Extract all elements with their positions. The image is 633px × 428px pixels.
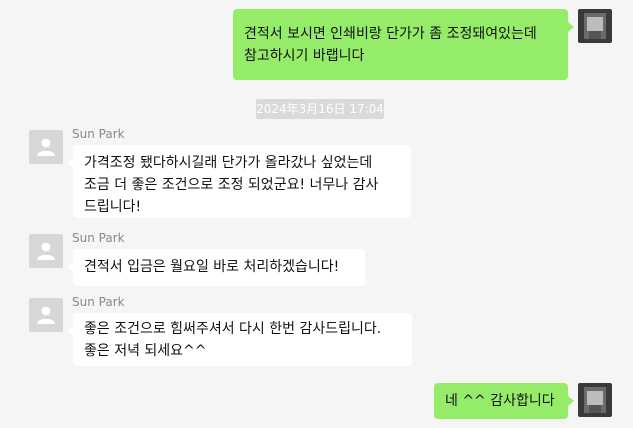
contact-avatar[interactable] <box>29 130 63 164</box>
incoming-message[interactable]: 좋은 조건으로 힘써주셔서 다시 한번 감사드립니다. 좋은 저녁 되세요^^ <box>67 313 412 366</box>
sender-name: Sun Park <box>72 231 125 245</box>
timestamp: 2024年3月16日 17:04 <box>256 99 384 119</box>
my-avatar[interactable] <box>578 383 612 417</box>
contact-avatar[interactable] <box>29 234 63 268</box>
contact-avatar[interactable] <box>29 298 63 332</box>
default-avatar-icon <box>37 306 55 324</box>
message-text: 네 ^^ 감사합니다 <box>445 393 555 409</box>
message-text: 좋은 조건으로 힘써주셔서 다시 한번 감사드립니다. <box>84 321 382 337</box>
message-text: 조금 더 좋은 조건으로 조정 되었군요! 너무나 감사 <box>84 177 379 193</box>
message-text: 가격조정 됐다하시길래 단가가 올라갔나 싶었는데 <box>84 155 373 171</box>
message-text: 좋은 저녁 되세요^^ <box>84 343 207 359</box>
incoming-message[interactable]: 가격조정 됐다하시길래 단가가 올라갔나 싶었는데 조금 더 좋은 조건으로 조… <box>67 145 411 218</box>
sender-name: Sun Park <box>72 295 125 309</box>
message-text: 견적서 보시면 인쇄비랑 단가가 좀 조정돼여있는데 <box>244 26 537 42</box>
message-text: 견적서 입금은 월요일 바로 처리하겠습니다! <box>84 259 340 275</box>
outgoing-message[interactable]: 네 ^^ 감사합니다 <box>434 383 574 419</box>
message-text: 참고하시기 바랩니다 <box>244 48 365 64</box>
my-avatar[interactable] <box>578 9 612 43</box>
outgoing-message[interactable]: 견적서 보시면 인쇄비랑 단가가 좀 조정돼여있는데 참고하시기 바랩니다 <box>233 9 574 80</box>
incoming-message[interactable]: 견적서 입금은 월요일 바로 처리하겠습니다! <box>67 249 365 286</box>
default-avatar-icon <box>37 138 55 156</box>
sender-name: Sun Park <box>72 127 125 141</box>
default-avatar-icon <box>37 242 55 260</box>
message-text: 드립니다! <box>84 199 142 215</box>
